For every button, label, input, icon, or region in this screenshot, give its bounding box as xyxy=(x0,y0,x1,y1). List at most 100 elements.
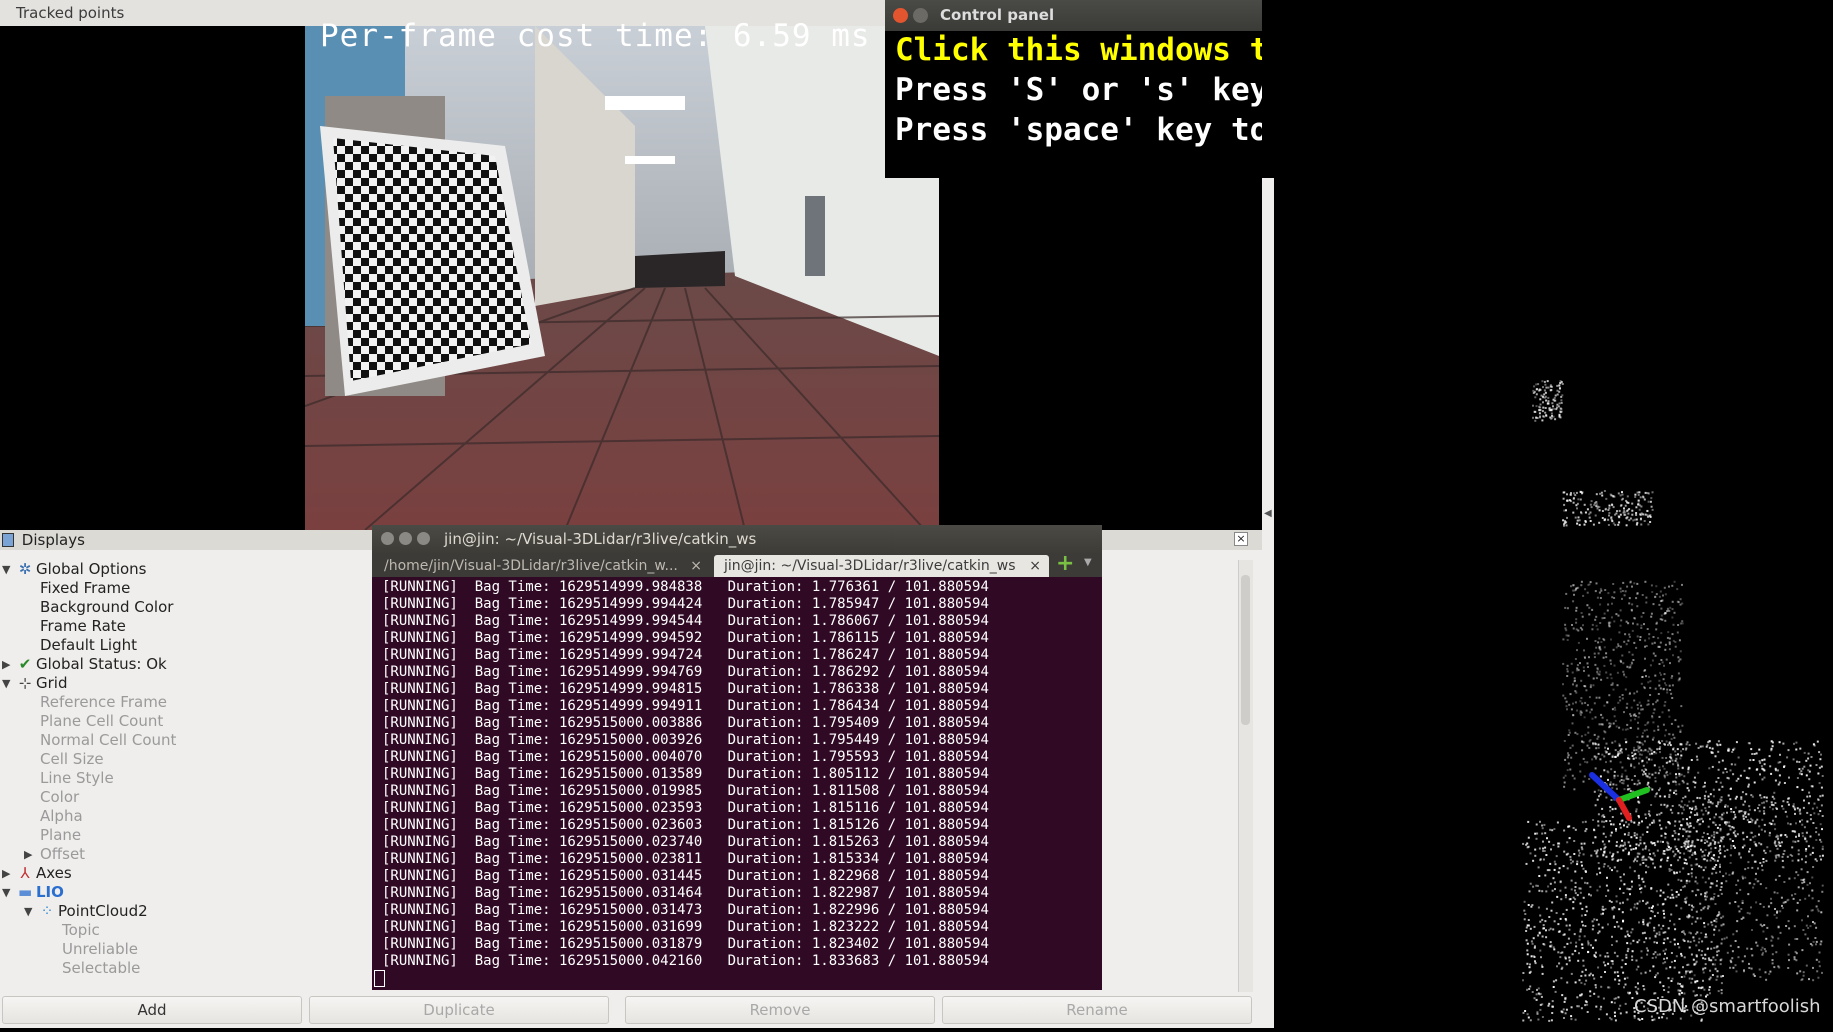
tree-row-label: Offset xyxy=(40,845,86,863)
minimize-icon[interactable] xyxy=(913,8,928,23)
tree-row[interactable]: ▼ ▬ LIO xyxy=(0,883,420,902)
chevron-down-icon[interactable]: ▼ xyxy=(1084,557,1092,568)
close-tab-icon[interactable]: × xyxy=(1029,555,1041,577)
collapse-arrow-icon[interactable]: ▶ xyxy=(24,845,32,864)
new-tab-icon[interactable]: + xyxy=(1056,552,1074,576)
tree-row-label: Unreliable xyxy=(62,940,138,958)
tree-row-label: Line Style xyxy=(40,769,114,787)
terminal-line: [RUNNING] Bag Time: 1629515000.031879 Du… xyxy=(382,936,989,952)
tree-row[interactable]: Background Color xyxy=(0,598,420,617)
tree-row[interactable]: Normal Cell Count xyxy=(0,731,420,750)
terminal-window[interactable]: jin@jin: ~/Visual-3DLidar/r3live/catkin_… xyxy=(372,525,1102,990)
watermark: CSDN @smartfoolish xyxy=(1634,996,1821,1017)
tree-row-label: Global Status: Ok xyxy=(36,655,167,673)
terminal-tab-label: /home/jin/Visual-3DLidar/r3live/catkin_w… xyxy=(384,558,678,574)
frame-cost-overlay: Per-frame cost time: 6.59 ms xyxy=(320,18,871,54)
terminal-line: [RUNNING] Bag Time: 1629515000.003886 Du… xyxy=(382,715,989,731)
tree-row-label: LIO xyxy=(36,883,64,901)
terminal-line: [RUNNING] Bag Time: 1629514999.994592 Du… xyxy=(382,630,989,646)
tree-row[interactable]: Plane xyxy=(0,826,420,845)
close-icon[interactable]: × xyxy=(1234,532,1248,546)
folder-icon: ▬ xyxy=(18,883,33,901)
axes-icon: ⅄ xyxy=(20,864,30,882)
panel-splitter[interactable]: ◀ xyxy=(1262,178,1274,1028)
terminal-line: [RUNNING] Bag Time: 1629515000.004070 Du… xyxy=(382,749,989,765)
tree-row-label: Topic xyxy=(62,921,100,939)
expand-arrow-icon[interactable]: ▼ xyxy=(2,560,10,579)
minimize-icon[interactable] xyxy=(399,532,412,545)
tree-row[interactable]: Fixed Frame xyxy=(0,579,420,598)
collapse-arrow-icon[interactable]: ▶ xyxy=(2,864,10,883)
control-panel-title: Control panel xyxy=(940,6,1055,24)
gear-icon: ✲ xyxy=(18,560,32,578)
check-icon: ✔ xyxy=(18,655,32,673)
tree-row-label: Plane xyxy=(40,826,82,844)
tree-row-label: Background Color xyxy=(40,598,174,616)
terminal-cursor xyxy=(374,970,385,987)
terminal-tab-bar: /home/jin/Visual-3DLidar/r3live/catkin_w… xyxy=(372,552,1102,577)
tree-row[interactable]: Selectable xyxy=(0,959,420,978)
pointcloud-icon: ⁘ xyxy=(40,902,54,920)
terminal-output: [RUNNING] Bag Time: 1629514999.984838 Du… xyxy=(382,579,989,970)
terminal-line: [RUNNING] Bag Time: 1629515000.023740 Du… xyxy=(382,834,989,850)
terminal-line: [RUNNING] Bag Time: 1629515000.031473 Du… xyxy=(382,902,989,918)
tree-row[interactable]: Reference Frame xyxy=(0,693,420,712)
tree-row-label: PointCloud2 xyxy=(58,902,148,920)
tree-row-label: Axes xyxy=(36,864,72,882)
terminal-line: [RUNNING] Bag Time: 1629515000.023811 Du… xyxy=(382,851,989,867)
terminal-line: [RUNNING] Bag Time: 1629514999.994544 Du… xyxy=(382,613,989,629)
tree-row-label: Global Options xyxy=(36,560,147,578)
tree-row[interactable]: ▼ ⁘ PointCloud2 xyxy=(0,902,420,921)
terminal-line: [RUNNING] Bag Time: 1629514999.984838 Du… xyxy=(382,579,989,595)
point-cloud-map xyxy=(1522,380,1824,1022)
remove-button[interactable]: Remove xyxy=(625,996,935,1024)
terminal-line: [RUNNING] Bag Time: 1629515000.031699 Du… xyxy=(382,919,989,935)
maximize-icon[interactable] xyxy=(417,532,430,545)
tree-row[interactable]: ▶ Offset xyxy=(0,845,420,864)
tree-row-label: Frame Rate xyxy=(40,617,126,635)
terminal-tab-active[interactable]: jin@jin: ~/Visual-3DLidar/r3live/catkin_… xyxy=(714,555,1049,577)
tree-row[interactable]: ▼ ✲ Global Options xyxy=(0,560,420,579)
tree-row[interactable]: Frame Rate xyxy=(0,617,420,636)
tracked-points-title: Tracked points xyxy=(16,4,125,22)
close-icon[interactable] xyxy=(381,532,394,545)
displays-tree[interactable]: ▼ ✲ Global Options Fixed Frame Background Co… xyxy=(0,560,420,978)
expand-arrow-icon[interactable]: ▼ xyxy=(2,883,10,902)
terminal-line: [RUNNING] Bag Time: 1629514999.994815 Du… xyxy=(382,681,989,697)
terminal-tab[interactable]: /home/jin/Visual-3DLidar/r3live/catkin_w… xyxy=(374,555,710,577)
collapse-arrow-icon[interactable]: ◀ xyxy=(1264,508,1272,519)
tree-row[interactable]: Line Style xyxy=(0,769,420,788)
terminal-line: [RUNNING] Bag Time: 1629515000.019985 Du… xyxy=(382,783,989,799)
tree-row[interactable]: Plane Cell Count xyxy=(0,712,420,731)
scrollbar-thumb[interactable] xyxy=(1241,575,1250,725)
tree-row[interactable]: ▶ ⅄ Axes xyxy=(0,864,420,883)
tree-row[interactable]: Cell Size xyxy=(0,750,420,769)
tree-row[interactable]: Unreliable xyxy=(0,940,420,959)
terminal-line: [RUNNING] Bag Time: 1629515000.031445 Du… xyxy=(382,868,989,884)
rviz-3d-view[interactable]: CSDN @smartfoolish xyxy=(1262,0,1833,1028)
terminal-titlebar[interactable]: jin@jin: ~/Visual-3DLidar/r3live/catkin_… xyxy=(372,525,1102,553)
displays-title: Displays xyxy=(21,531,85,549)
terminal-line: [RUNNING] Bag Time: 1629515000.013589 Du… xyxy=(382,766,989,782)
tree-row[interactable]: Default Light xyxy=(0,636,420,655)
terminal-line: [RUNNING] Bag Time: 1629515000.003926 Du… xyxy=(382,732,989,748)
expand-arrow-icon[interactable]: ▼ xyxy=(24,902,32,921)
close-icon[interactable] xyxy=(893,8,908,23)
add-button[interactable]: Add xyxy=(2,996,302,1024)
tree-row[interactable]: ▼ ⊹ Grid xyxy=(0,674,420,693)
tree-row[interactable]: ▶ ✔ Global Status: Ok xyxy=(0,655,420,674)
tree-row[interactable]: Topic xyxy=(0,921,420,940)
terminal-title: jin@jin: ~/Visual-3DLidar/r3live/catkin_… xyxy=(444,530,757,548)
tree-row-label: Selectable xyxy=(62,959,141,977)
terminal-line: [RUNNING] Bag Time: 1629515000.042160 Du… xyxy=(382,953,989,969)
corridor-image xyxy=(305,26,939,530)
tree-row-label: Color xyxy=(40,788,80,806)
tree-row[interactable]: Color xyxy=(0,788,420,807)
tree-row-label: Reference Frame xyxy=(40,693,168,711)
close-tab-icon[interactable]: × xyxy=(690,555,702,577)
collapse-arrow-icon[interactable]: ▶ xyxy=(2,655,10,674)
tree-row[interactable]: Alpha xyxy=(0,807,420,826)
expand-arrow-icon[interactable]: ▼ xyxy=(2,674,10,693)
duplicate-button[interactable]: Duplicate xyxy=(309,996,609,1024)
rename-button[interactable]: Rename xyxy=(942,996,1252,1024)
